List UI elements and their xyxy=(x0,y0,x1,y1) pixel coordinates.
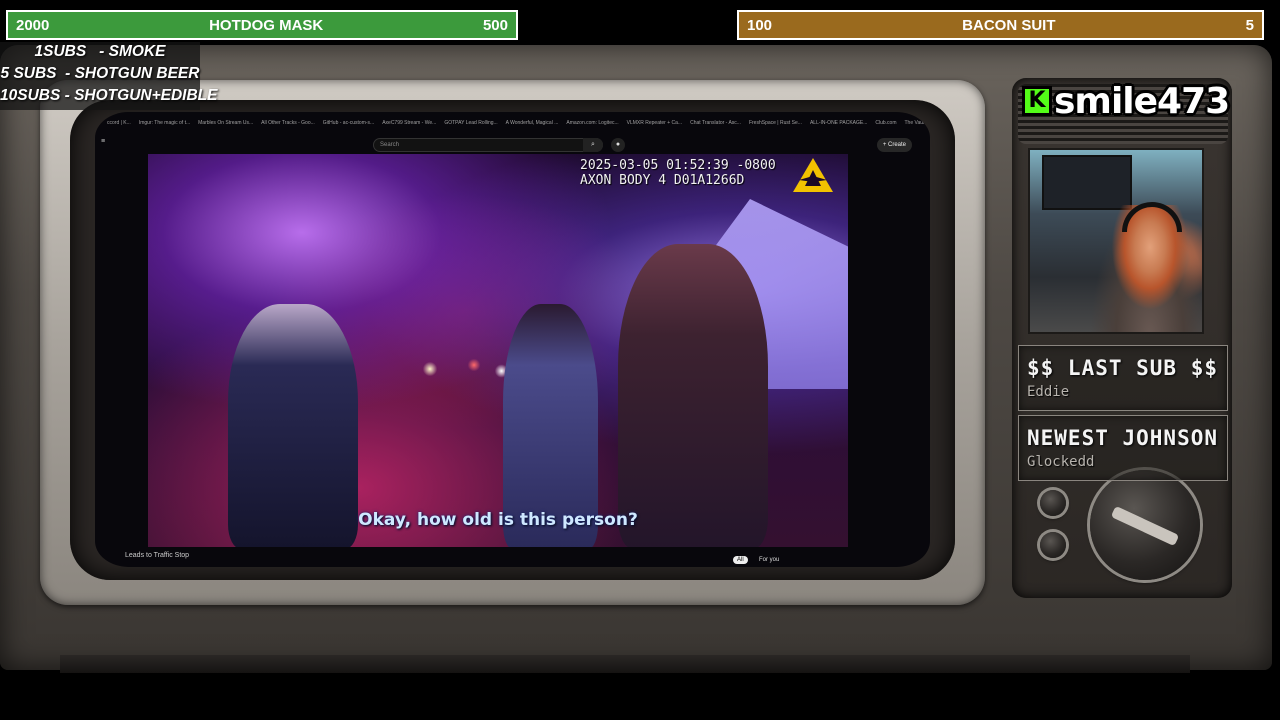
bookmark-item[interactable]: Club.com xyxy=(875,120,896,132)
goal-left-title: HOTDOG MASK xyxy=(209,16,324,34)
newest-box: NEWEST JOHNSON Glockedd xyxy=(1018,415,1228,481)
bookmark-item[interactable]: FreshSpace | Rust Se... xyxy=(749,120,802,132)
create-button[interactable]: + Create xyxy=(876,138,912,152)
sub-reward-line: 5 SUBS - SHOTGUN BEER xyxy=(0,65,200,82)
bodycam-timestamp: 2025-03-05 01:52:39 -0800 AXON BODY 4 D0… xyxy=(580,158,776,188)
last-sub-title: $$ LAST SUB $$ xyxy=(1027,356,1219,380)
video-title[interactable]: Leads to Traffic Stop xyxy=(125,552,189,559)
last-sub-value: Eddie xyxy=(1027,384,1070,400)
newest-title: NEWEST JOHNSON xyxy=(1027,426,1219,450)
brightness-knob xyxy=(1040,490,1066,516)
video-player[interactable]: 2025-03-05 01:52:39 -0800 AXON BODY 4 D0… xyxy=(148,154,848,547)
bookmark-item[interactable]: The Vault Aggressive ... xyxy=(905,120,931,132)
goal-left-end: 500 xyxy=(482,16,508,34)
webcam-monitor xyxy=(1042,155,1132,210)
channel-knob xyxy=(1090,470,1200,580)
streamer-badge: K smile473 xyxy=(1022,80,1230,122)
tv-screen: ccord | K... Imgur: The magic of t... Marb… xyxy=(95,112,930,567)
streamer-name: smile473 xyxy=(1054,80,1230,122)
microphone-icon[interactable]: ● xyxy=(611,138,625,152)
video-lights xyxy=(408,349,518,389)
tv-base xyxy=(60,655,1190,673)
newest-value: Glockedd xyxy=(1027,454,1095,470)
goal-right-start: 100 xyxy=(747,16,773,34)
search-input[interactable]: Search xyxy=(373,138,603,152)
sub-rewards-panel: 1SUBS - SMOKE 5 SUBS - SHOTGUN BEER 10SU… xyxy=(0,42,218,110)
bookmark-item[interactable]: Marbles On Stream Us... xyxy=(198,120,253,132)
sub-reward-line: 1SUBS - SMOKE xyxy=(34,43,166,60)
chip-for-you[interactable]: For you xyxy=(755,556,783,564)
axon-logo-icon xyxy=(793,158,833,192)
bookmark-item[interactable]: A Wonderful, Magical ... xyxy=(506,120,559,132)
webcam-feed xyxy=(1028,148,1204,334)
menu-icon[interactable]: ≡ xyxy=(101,138,105,145)
chip-all[interactable]: All xyxy=(733,556,748,564)
video-subtitle: Okay, how old is this person? xyxy=(358,510,638,530)
goal-bar-hotdog: 2000 HOTDOG MASK 500 xyxy=(6,10,518,40)
bookmark-item[interactable]: ALL-IN-ONE PACKAGE... xyxy=(810,120,867,132)
goal-right-end: 5 xyxy=(1245,16,1254,34)
bookmark-item[interactable]: ccord | K... xyxy=(107,120,131,132)
goal-right-title: BACON SUIT xyxy=(962,16,1056,34)
bookmark-item[interactable]: Imgur: The magic of t... xyxy=(139,120,190,132)
goal-left-start: 2000 xyxy=(16,16,50,34)
kick-icon: K xyxy=(1022,86,1052,116)
goal-bar-bacon: 100 BACON SUIT 5 xyxy=(737,10,1264,40)
bookmark-item[interactable]: All Other Tracks - Goo... xyxy=(261,120,315,132)
bookmark-item[interactable]: AxeC799 Stream - We... xyxy=(382,120,436,132)
sub-reward-line: 10SUBS - SHOTGUN+EDIBLE xyxy=(0,87,218,104)
last-sub-box: $$ LAST SUB $$ Eddie xyxy=(1018,345,1228,411)
video-woman xyxy=(618,244,768,547)
bookmark-item[interactable]: GOTPAY Lead Rolling... xyxy=(444,120,497,132)
bookmark-item[interactable]: Chat Translator - Asc... xyxy=(690,120,741,132)
timestamp-line-2: AXON BODY 4 D01A1266D xyxy=(580,173,745,188)
youtube-header: ≡ Search ⌕ ● + Create xyxy=(95,136,930,154)
timestamp-line-1: 2025-03-05 01:52:39 -0800 xyxy=(580,158,776,173)
bookmark-item[interactable]: VLMXR Repeater + Ca... xyxy=(627,120,682,132)
search-icon[interactable]: ⌕ xyxy=(583,138,603,152)
bookmarks-bar: ccord | K... Imgur: The magic of t... Marb… xyxy=(95,120,930,132)
color-knob xyxy=(1040,532,1066,558)
bookmark-item[interactable]: Amazon.com: Logitec... xyxy=(566,120,618,132)
bookmark-item[interactable]: GitHub - ac-custom-s... xyxy=(323,120,374,132)
